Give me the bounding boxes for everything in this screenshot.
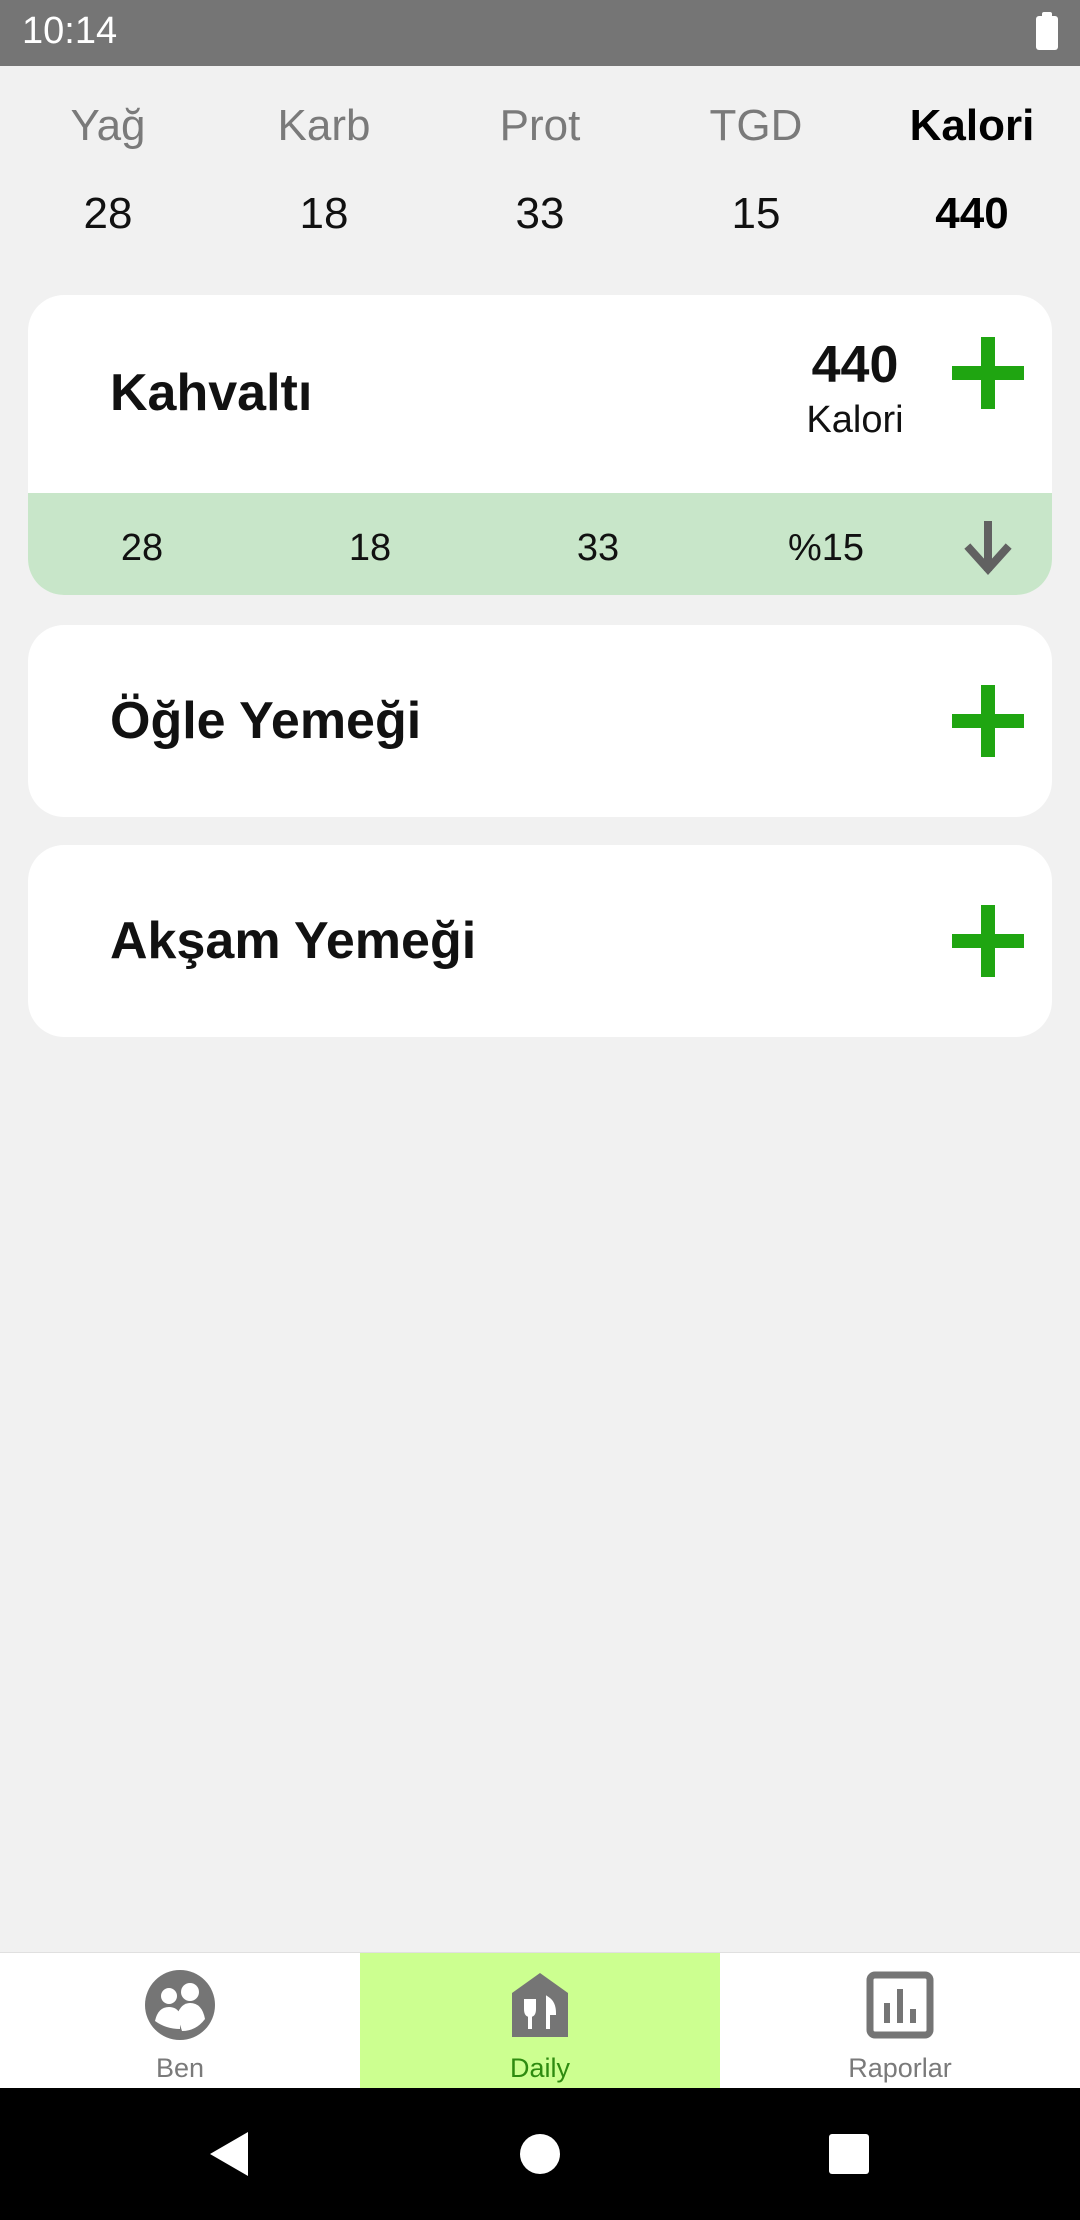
meal-card-dinner[interactable]: Akşam Yemeği <box>28 845 1052 1037</box>
bar-chart-icon <box>866 1971 934 2039</box>
nav-item-ben[interactable]: Ben <box>0 1953 360 2089</box>
bottom-navigation: Ben Daily Raporlar <box>0 1952 1080 2089</box>
meal-macro-row: 28 18 33 %15 <box>28 493 1052 595</box>
summary-carb: Karb 18 <box>216 90 432 250</box>
add-food-dinner-button[interactable] <box>948 901 1028 981</box>
summary-calories: Kalori 440 <box>864 90 1080 250</box>
summary-value: 33 <box>515 189 565 238</box>
summary-label: Prot <box>499 101 581 150</box>
meal-title: Kahvaltı <box>110 364 313 422</box>
home-icon[interactable] <box>500 2088 580 2220</box>
meal-calories-value: 440 <box>811 336 899 394</box>
macro-carb: 18 <box>348 527 392 569</box>
summary-value: 28 <box>83 189 133 238</box>
macro-protein: 33 <box>576 527 620 569</box>
restaurant-home-icon <box>512 1973 568 2037</box>
daily-summary: Yağ 28 Karb 18 Prot 33 TGD 15 Kalori 440 <box>0 90 1080 250</box>
summary-value: 15 <box>731 189 781 238</box>
meal-calories-label: Kalori <box>806 399 904 441</box>
nav-item-raporlar[interactable]: Raporlar <box>720 1953 1080 2089</box>
summary-label: Yağ <box>70 101 146 150</box>
add-food-lunch-button[interactable] <box>948 681 1028 761</box>
meal-calories: 440 Kalori <box>773 335 937 445</box>
macro-fat: 28 <box>120 527 164 569</box>
status-time: 10:14 <box>22 10 118 52</box>
nav-item-daily[interactable]: Daily <box>360 1953 720 2089</box>
meal-card-breakfast[interactable]: Kahvaltı 440 Kalori 28 18 33 %15 <box>28 295 1052 595</box>
summary-value: 18 <box>299 189 349 238</box>
summary-tgd: TGD 15 <box>648 90 864 250</box>
summary-value: 440 <box>935 189 1009 238</box>
macro-tgd: %15 <box>787 527 865 569</box>
nav-label: Daily <box>509 2053 570 2083</box>
meal-title: Akşam Yemeği <box>110 912 477 970</box>
back-icon[interactable] <box>200 2088 260 2220</box>
nav-label: Raporlar <box>848 2053 952 2083</box>
arrow-down-icon[interactable] <box>963 521 1013 577</box>
system-navigation-bar <box>0 2088 1080 2220</box>
status-bar: 10:14 <box>0 0 1080 66</box>
nav-label: Ben <box>155 2053 205 2083</box>
people-icon <box>145 1970 215 2040</box>
battery-icon <box>1036 12 1058 50</box>
meal-card-lunch[interactable]: Öğle Yemeği <box>28 625 1052 817</box>
meal-title: Öğle Yemeği <box>110 692 422 750</box>
summary-label: TGD <box>709 101 803 150</box>
summary-protein: Prot 33 <box>432 90 648 250</box>
summary-label: Kalori <box>909 101 1035 150</box>
summary-fat: Yağ 28 <box>0 90 216 250</box>
summary-label: Karb <box>277 101 371 150</box>
add-food-breakfast-button[interactable] <box>948 333 1028 413</box>
recents-icon[interactable] <box>820 2088 880 2220</box>
